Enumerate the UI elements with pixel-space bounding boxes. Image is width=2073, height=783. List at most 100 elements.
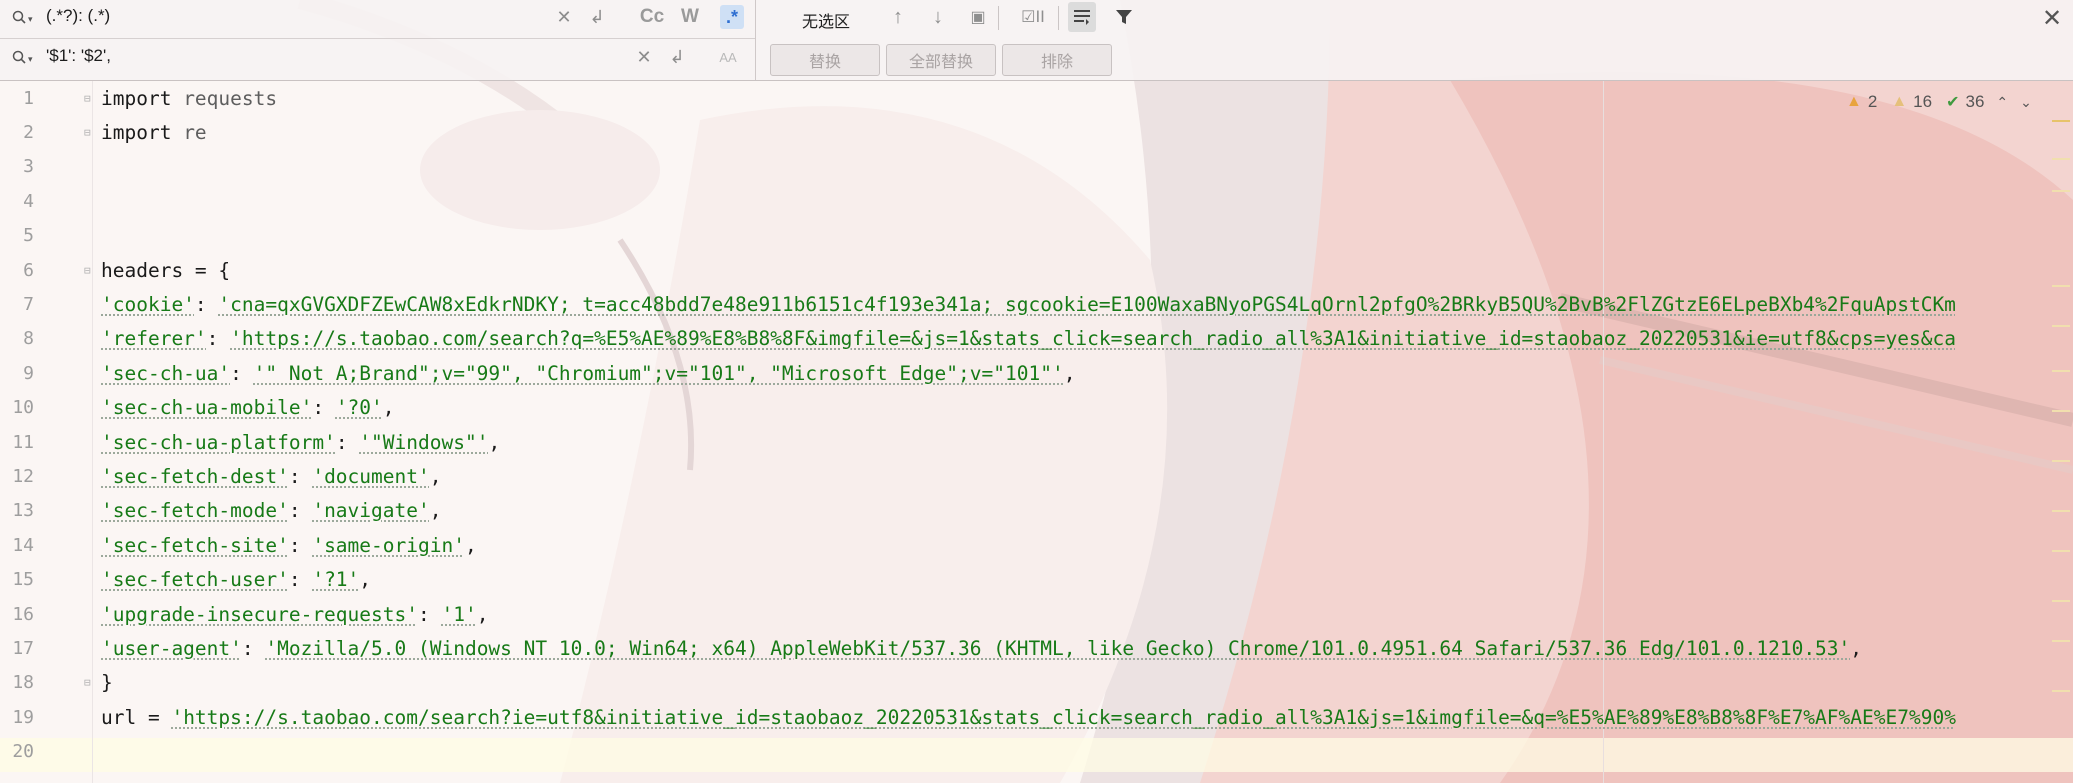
string-value: '" Not A;Brand";v="99", "Chromium";v="10… bbox=[253, 362, 1064, 385]
preserve-case-toggle[interactable]: AA bbox=[716, 45, 740, 69]
line-number: 17 bbox=[12, 638, 34, 659]
error-stripe-marker[interactable] bbox=[2052, 600, 2070, 602]
code-line-9: 'sec-ch-ua': '" Not A;Brand";v="99", "Ch… bbox=[101, 357, 1075, 391]
error-stripe-marker[interactable] bbox=[2052, 120, 2070, 122]
module-name: re bbox=[171, 121, 207, 144]
dict-key: 'sec-ch-ua-mobile' bbox=[101, 396, 313, 419]
comma: , bbox=[429, 465, 442, 488]
separator: : bbox=[194, 293, 219, 316]
replace-history-icon[interactable] bbox=[12, 50, 26, 64]
string-value: '?1' bbox=[312, 568, 360, 591]
line-number: 10 bbox=[12, 397, 34, 418]
findbar-divider bbox=[755, 0, 756, 80]
comma: , bbox=[382, 396, 395, 419]
ok-count: 36 bbox=[1965, 92, 1985, 111]
code-line-16: 'upgrade-insecure-requests': '1', bbox=[101, 598, 488, 632]
inspection-widget[interactable]: ▲ 2 ▲ 16 ✔ 36 ⌃ ⌄ bbox=[1846, 90, 2032, 114]
error-stripe-marker[interactable] bbox=[2052, 190, 2070, 192]
code-line-8: 'referer': 'https://s.taobao.com/search?… bbox=[101, 322, 1956, 356]
string-value: 'https://s.taobao.com/search?q=%E5%AE%89… bbox=[230, 327, 1956, 350]
exclude-button[interactable]: 排除 bbox=[1002, 44, 1112, 76]
warning-icon: ▲ bbox=[1891, 93, 1908, 110]
line-number: 14 bbox=[12, 535, 34, 556]
fold-marker-icon[interactable]: ⊟ bbox=[84, 93, 94, 105]
error-stripe-marker[interactable] bbox=[2052, 550, 2070, 552]
error-stripe-marker[interactable] bbox=[2052, 510, 2070, 512]
assignment: url = bbox=[101, 706, 172, 729]
dict-key: 'sec-fetch-user' bbox=[101, 568, 289, 591]
separator: : bbox=[241, 637, 266, 660]
replace-all-button[interactable]: 全部替换 bbox=[886, 44, 996, 76]
new-line-icon[interactable]: ↲ bbox=[585, 5, 609, 29]
previous-occurrence-icon[interactable]: ↑ bbox=[884, 2, 912, 32]
dict-key: 'user-agent' bbox=[101, 637, 242, 660]
keyword: import bbox=[101, 87, 172, 110]
error-stripe-marker[interactable] bbox=[2052, 370, 2070, 372]
next-occurrence-icon[interactable]: ↓ bbox=[924, 2, 952, 32]
code-line-2: import re bbox=[101, 116, 207, 150]
error-stripe-marker[interactable] bbox=[2052, 640, 2070, 642]
line-number: 16 bbox=[12, 604, 34, 625]
replace-new-line-icon[interactable]: ↲ bbox=[665, 45, 689, 69]
code-line-14: 'sec-fetch-site': 'same-origin', bbox=[101, 529, 477, 563]
line-number: 12 bbox=[12, 466, 34, 487]
code-line-12: 'sec-fetch-dest': 'document', bbox=[101, 460, 441, 494]
replace-button[interactable]: 替换 bbox=[770, 44, 880, 76]
fold-marker-icon[interactable]: ⊟ bbox=[84, 127, 94, 139]
clear-replace-icon[interactable]: ✕ bbox=[632, 45, 656, 69]
separator: : bbox=[312, 396, 336, 419]
toolbar-separator-2 bbox=[1058, 6, 1059, 30]
comma: , bbox=[359, 568, 372, 591]
fold-marker-icon[interactable]: ⊟ bbox=[84, 677, 94, 689]
error-stripe-marker[interactable] bbox=[2052, 690, 2070, 692]
right-margin-guide bbox=[1603, 80, 1604, 783]
error-stripe-marker[interactable] bbox=[2052, 325, 2070, 327]
search-in-selection-icon[interactable]: ▣ bbox=[964, 2, 992, 32]
comma: , bbox=[476, 603, 489, 626]
error-stripe-marker[interactable] bbox=[2052, 285, 2070, 287]
line-number: 13 bbox=[12, 500, 34, 521]
replace-input[interactable]: '$1': '$2', bbox=[46, 46, 111, 66]
code-editor[interactable]: 1 2 3 4 5 6 7 8 9 10 11 12 13 14 15 16 1… bbox=[0, 80, 2073, 783]
dict-key: 'sec-fetch-dest' bbox=[101, 465, 289, 488]
comma: , bbox=[488, 431, 501, 454]
code-line-6: headers = { bbox=[101, 259, 231, 282]
fold-marker-icon[interactable]: ⊟ bbox=[84, 265, 94, 277]
error-stripe-marker[interactable] bbox=[2052, 158, 2070, 160]
dict-key: 'sec-fetch-site' bbox=[101, 534, 289, 557]
next-highlight-icon[interactable]: ⌄ bbox=[2020, 94, 2032, 111]
typo-check-icon: ✔ bbox=[1946, 94, 1960, 111]
search-history-icon[interactable] bbox=[12, 10, 26, 24]
words-toggle[interactable]: W bbox=[678, 5, 702, 29]
separator: : bbox=[230, 362, 254, 385]
error-icon: ▲ bbox=[1846, 93, 1862, 110]
replace-history-caret-icon[interactable]: ▾ bbox=[28, 54, 33, 65]
error-stripe-marker[interactable] bbox=[2052, 460, 2070, 462]
filter-options-icon[interactable] bbox=[1068, 2, 1096, 32]
line-number: 2 bbox=[23, 122, 34, 143]
string-value: 'https://s.taobao.com/search?ie=utf8&ini… bbox=[171, 706, 1956, 729]
string-value: 'cna=qxGVGXDFZEwCAW8xEdkrNDKY; t=acc48bd… bbox=[218, 293, 1956, 316]
toolbar-separator bbox=[998, 6, 999, 30]
close-icon[interactable]: ✕ bbox=[2042, 4, 2062, 33]
current-line-highlight bbox=[0, 738, 2073, 772]
clear-search-icon[interactable]: ✕ bbox=[552, 5, 576, 29]
search-input[interactable]: (.*?): (.*) bbox=[46, 6, 110, 26]
previous-highlight-icon[interactable]: ⌃ bbox=[1996, 94, 2008, 111]
find-replace-bar: ▾ (.*?): (.*) ✕ ↲ Cc W .* ▾ '$1': '$2', … bbox=[0, 0, 2073, 81]
line-number: 6 bbox=[23, 260, 34, 281]
code-line-1: import requests bbox=[101, 82, 277, 116]
search-history-caret-icon[interactable]: ▾ bbox=[28, 14, 33, 25]
line-number: 19 bbox=[12, 707, 34, 728]
code-line-11: 'sec-ch-ua-platform': '"Windows"', bbox=[101, 426, 500, 460]
match-case-toggle[interactable]: Cc bbox=[636, 5, 668, 29]
line-number: 15 bbox=[12, 569, 34, 590]
regex-toggle[interactable]: .* bbox=[720, 5, 744, 29]
dict-key: 'cookie' bbox=[101, 293, 195, 316]
comma: , bbox=[1850, 637, 1863, 660]
search-row: ▾ (.*?): (.*) ✕ ↲ Cc W .* bbox=[0, 0, 755, 39]
filter-icon[interactable] bbox=[1110, 2, 1138, 32]
error-stripe-marker[interactable] bbox=[2052, 410, 2070, 412]
string-value: '?0' bbox=[335, 396, 383, 419]
select-all-occurrences-icon[interactable]: ☑ⅠⅠ bbox=[1016, 2, 1050, 32]
